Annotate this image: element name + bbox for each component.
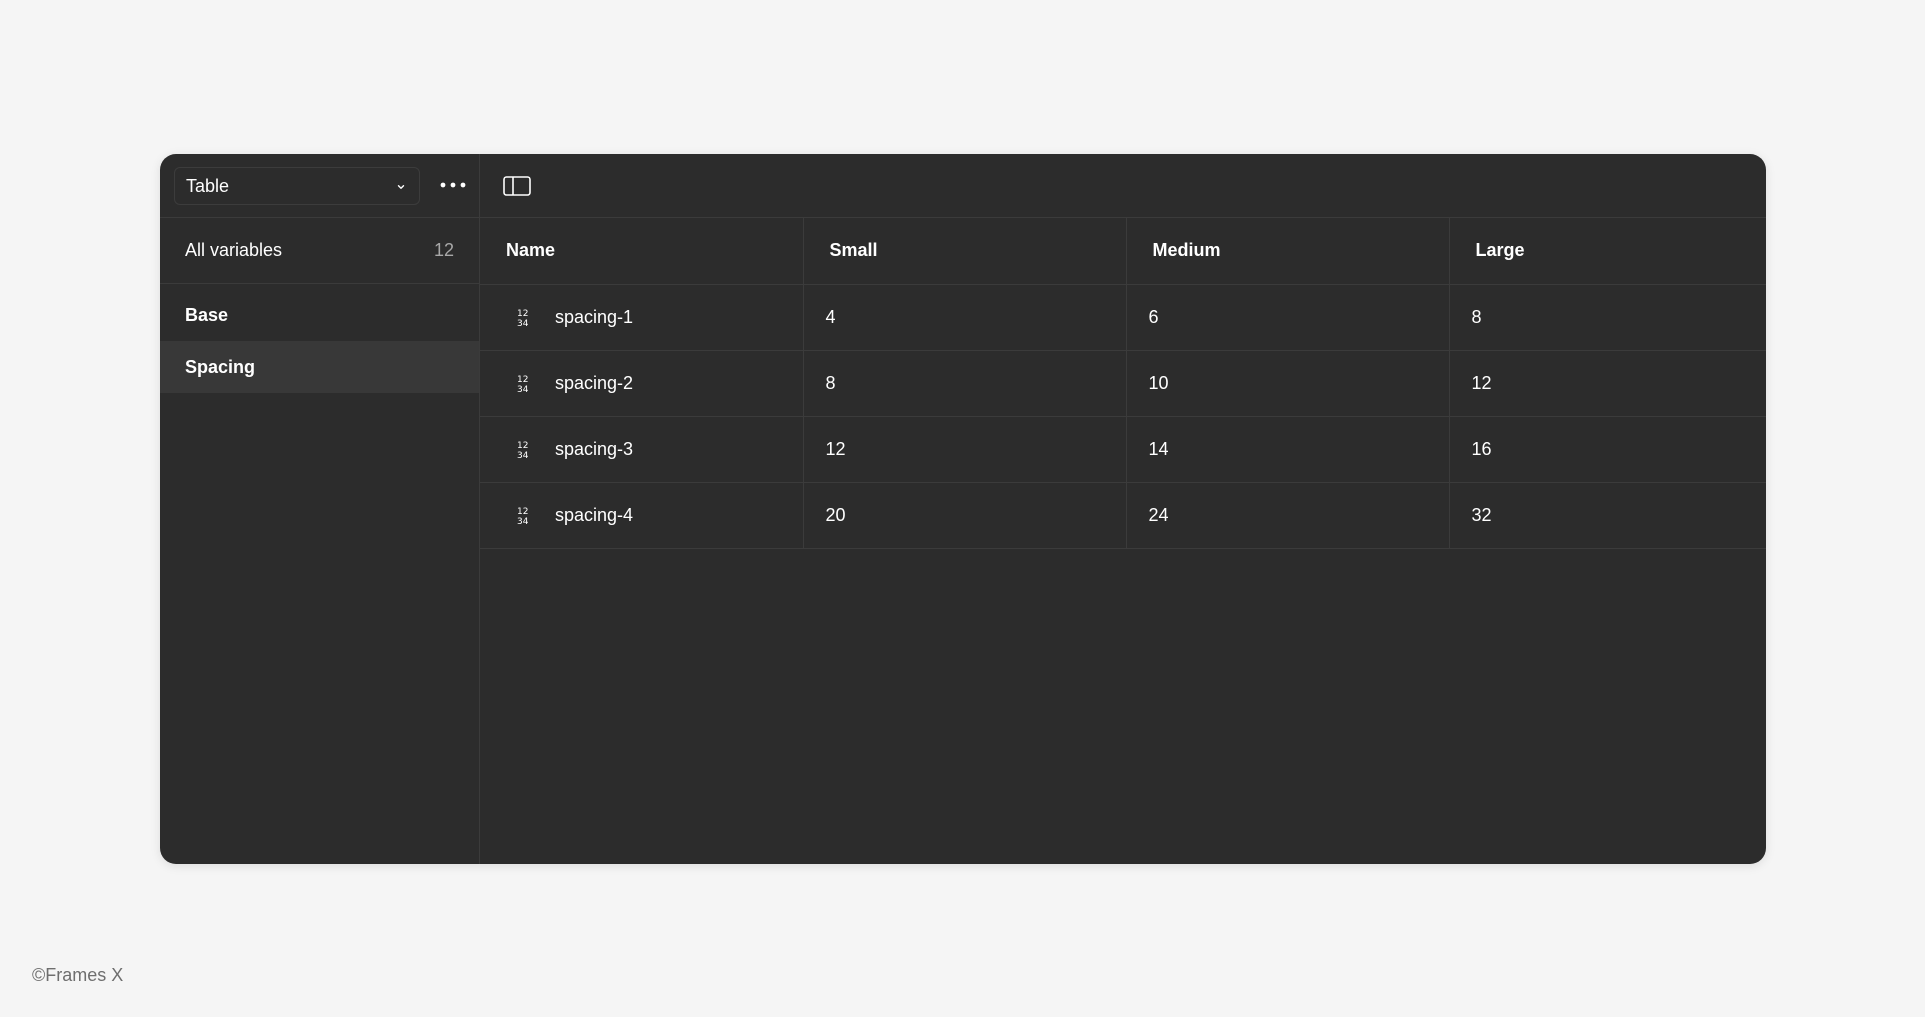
column-header-small[interactable]: Small [803, 218, 1127, 285]
view-mode-value: Table [186, 175, 230, 196]
view-mode-select[interactable]: Table [174, 167, 420, 205]
all-variables-label: All variables [185, 240, 283, 260]
sidebar-header: Table [160, 154, 479, 218]
all-variables-count: 12 [433, 240, 454, 260]
value-cell-small[interactable]: 4 [803, 284, 1127, 351]
svg-text:12: 12 [517, 375, 528, 385]
table-row[interactable]: 12 34 spacing-3 12 14 16 [480, 416, 1766, 483]
value-cell-medium[interactable]: 6 [1126, 284, 1450, 351]
main-area: Name Small Medium Large 12 34 spacing-1 … [480, 154, 1766, 864]
variable-name: spacing-1 [555, 306, 634, 327]
table-row[interactable]: 12 34 spacing-1 4 6 8 [480, 284, 1766, 351]
name-cell[interactable]: 12 34 spacing-2 [480, 350, 804, 417]
sidebar: Table All variables 12 Base Spacing [160, 154, 480, 864]
variable-name: spacing-4 [555, 504, 634, 525]
variables-table: Name Small Medium Large 12 34 spacing-1 … [480, 218, 1766, 549]
svg-text:12: 12 [517, 507, 528, 517]
value-cell-small[interactable]: 20 [803, 482, 1127, 549]
svg-text:34: 34 [517, 517, 529, 526]
column-header-name[interactable]: Name [480, 218, 804, 285]
footer-credit: ©Frames X [32, 965, 124, 985]
svg-text:34: 34 [517, 319, 529, 328]
table-row[interactable]: 12 34 spacing-2 8 10 12 [480, 350, 1766, 417]
variables-panel: Table All variables 12 Base Spacing Name… [160, 154, 1766, 864]
table-row[interactable]: 12 34 spacing-4 20 24 32 [480, 482, 1766, 549]
value-cell-small[interactable]: 12 [803, 416, 1127, 483]
more-horizontal-icon [440, 182, 466, 188]
svg-text:12: 12 [517, 309, 528, 319]
variable-name: spacing-2 [555, 372, 634, 393]
value-cell-medium[interactable]: 24 [1126, 482, 1450, 549]
group-item-base[interactable]: Base [160, 289, 479, 341]
number-type-icon: 12 34 [517, 507, 529, 526]
column-header-medium[interactable]: Medium [1126, 218, 1450, 285]
value-cell-small[interactable]: 8 [803, 350, 1127, 417]
value-cell-large[interactable]: 8 [1449, 284, 1766, 351]
name-cell[interactable]: 12 34 spacing-1 [480, 284, 804, 351]
variable-name: spacing-3 [555, 438, 634, 459]
group-list: Base Spacing [160, 284, 479, 393]
sidebar-toggle-icon[interactable] [502, 174, 532, 198]
value-cell-large[interactable]: 12 [1449, 350, 1766, 417]
number-type-icon: 12 34 [517, 375, 529, 394]
svg-text:34: 34 [517, 451, 529, 460]
name-cell[interactable]: 12 34 spacing-4 [480, 482, 804, 549]
svg-text:12: 12 [517, 441, 528, 451]
name-cell[interactable]: 12 34 spacing-3 [480, 416, 804, 483]
number-type-icon: 12 34 [517, 309, 529, 328]
table-header-row: Name Small Medium Large [480, 218, 1766, 285]
group-label: Base [185, 304, 229, 325]
value-cell-large[interactable]: 32 [1449, 482, 1766, 549]
all-variables-item[interactable]: All variables 12 [160, 218, 479, 284]
number-type-icon: 12 34 [517, 441, 529, 460]
more-options-button[interactable] [436, 168, 470, 202]
value-cell-medium[interactable]: 10 [1126, 350, 1450, 417]
column-header-large[interactable]: Large [1449, 218, 1766, 285]
chevron-down-icon [397, 185, 405, 189]
svg-text:34: 34 [517, 385, 529, 394]
value-cell-large[interactable]: 16 [1449, 416, 1766, 483]
group-label: Spacing [185, 356, 256, 377]
main-toolbar [480, 154, 1766, 218]
group-item-spacing[interactable]: Spacing [160, 341, 479, 393]
value-cell-medium[interactable]: 14 [1126, 416, 1450, 483]
